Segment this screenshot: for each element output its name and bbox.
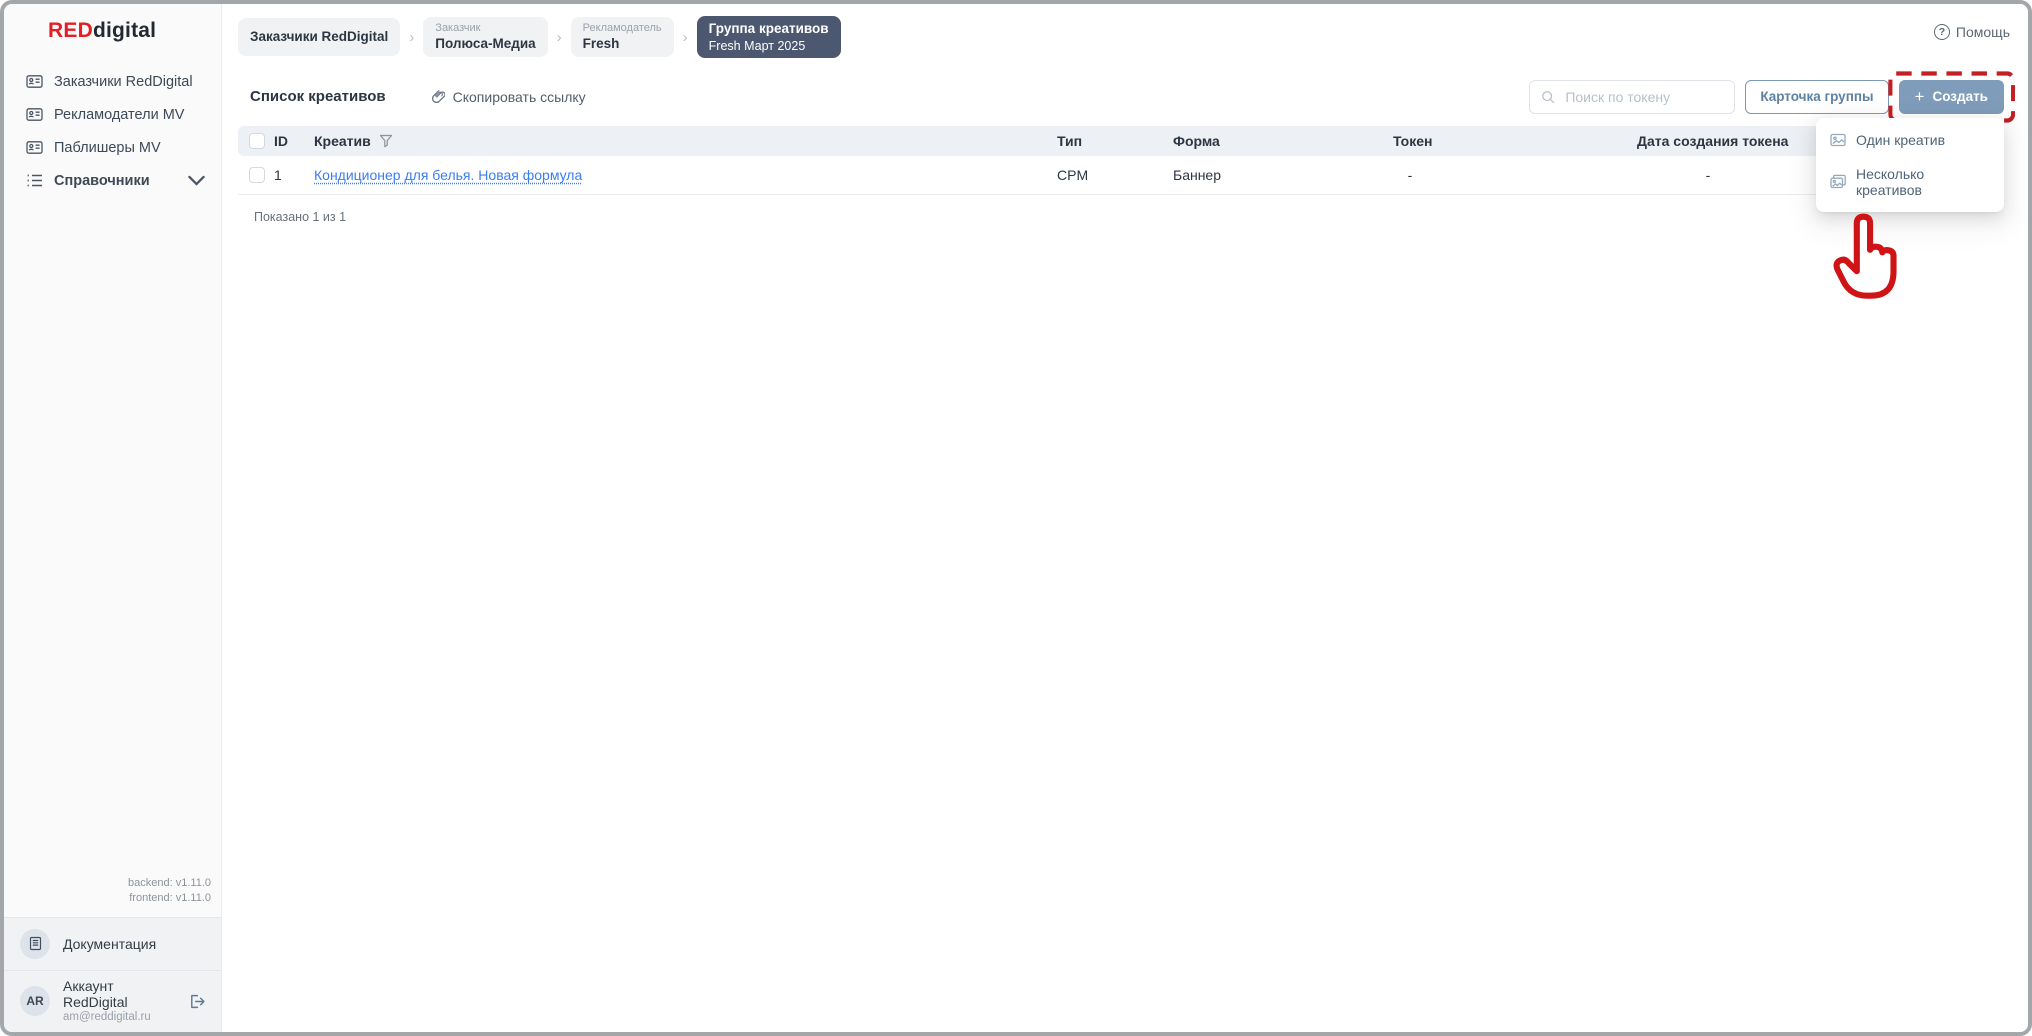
help-label: Помощь: [1956, 24, 2010, 40]
breadcrumb-value: Полюса-Медиа: [435, 35, 535, 53]
account-email: am@reddigital.ru: [63, 1011, 175, 1025]
create-button[interactable]: + Создать: [1899, 80, 2004, 114]
breadcrumb-separator-icon: ›: [557, 29, 562, 46]
header-token: Токен: [1393, 133, 1637, 149]
documentation-link[interactable]: Документация: [4, 917, 221, 970]
avatar: AR: [20, 986, 50, 1016]
breadcrumb-label: Заказчик: [435, 21, 535, 35]
account-info: Аккаунт RedDigital am@reddigital.ru: [63, 978, 175, 1025]
account-row[interactable]: AR Аккаунт RedDigital am@reddigital.ru: [4, 970, 221, 1032]
breadcrumb-item-customer[interactable]: Заказчик Полюса-Медиа: [423, 17, 547, 57]
breadcrumb-item-customers[interactable]: Заказчики RedDigital: [238, 18, 400, 56]
table-header-row: ID Креатив Тип Форма Токен Дата создания…: [238, 126, 2004, 156]
select-all-checkbox[interactable]: [249, 133, 265, 149]
filter-icon[interactable]: [379, 134, 393, 148]
toolbar-actions: Карточка группы + Создать Один креатив: [1529, 80, 2004, 114]
account-name: Аккаунт RedDigital: [63, 978, 175, 1012]
topbar: Заказчики RedDigital › Заказчик Полюса-М…: [222, 4, 2028, 58]
menu-item-label: Один креатив: [1856, 132, 1945, 148]
creative-link[interactable]: Кондиционер для белья. Новая формула: [314, 167, 582, 183]
sidebar: REDdigital Заказчики RedDigital Рекламод…: [4, 4, 222, 1032]
link-icon: [430, 89, 445, 104]
sidebar-item-label: Рекламодатели MV: [54, 107, 184, 123]
sidebar-item-customers[interactable]: Заказчики RedDigital: [4, 65, 221, 98]
menu-item-label: Несколько креативов: [1856, 166, 1990, 198]
sidebar-item-label: Справочники: [54, 173, 150, 189]
page-title: Список креативов: [250, 88, 386, 105]
sidebar-item-advertisers[interactable]: Рекламодатели MV: [4, 98, 221, 131]
sidebar-footer: backend: v1.11.0 frontend: v1.11.0 Докум…: [4, 876, 221, 1032]
breadcrumb-separator-icon: ›: [409, 29, 414, 46]
documentation-label: Документация: [63, 936, 156, 952]
copy-link-label: Скопировать ссылку: [453, 89, 586, 105]
group-card-button[interactable]: Карточка группы: [1745, 80, 1888, 114]
sidebar-nav: Заказчики RedDigital Рекламодатели MV Па…: [4, 55, 221, 197]
logout-icon[interactable]: [188, 993, 205, 1010]
create-button-wrap: + Создать: [1899, 80, 2004, 114]
single-image-icon: [1830, 132, 1846, 148]
list-icon: [26, 172, 43, 189]
version-info: backend: v1.11.0 frontend: v1.11.0: [4, 876, 221, 917]
sidebar-item-publishers[interactable]: Паблишеры MV: [4, 131, 221, 164]
menu-item-single-creative[interactable]: Один креатив: [1816, 123, 2004, 157]
logo-red-text: RED: [48, 19, 93, 42]
main-area: Заказчики RedDigital › Заказчик Полюса-М…: [222, 4, 2028, 1032]
create-dropdown-menu: Один креатив Несколько креативов: [1816, 118, 2004, 212]
search-input[interactable]: [1563, 88, 1723, 106]
row-checkbox-cell: [238, 167, 274, 183]
breadcrumb-label: Рекламодатель: [583, 21, 662, 35]
header-form: Форма: [1173, 133, 1393, 149]
cell-id: 1: [274, 167, 314, 183]
document-icon: [20, 929, 50, 959]
table-footer-count: Показано 1 из 1: [238, 210, 2004, 224]
chevron-down-icon: [188, 172, 205, 189]
plus-icon: +: [1915, 88, 1925, 105]
sidebar-item-directories[interactable]: Справочники: [4, 164, 221, 197]
row-checkbox[interactable]: [249, 167, 265, 183]
copy-link-button[interactable]: Скопировать ссылку: [430, 89, 586, 105]
backend-version: backend: v1.11.0: [4, 876, 211, 891]
menu-item-multiple-creatives[interactable]: Несколько креативов: [1816, 157, 2004, 207]
breadcrumb-item-creative-group: Группа креативов Fresh Март 2025: [697, 16, 841, 58]
help-button[interactable]: ? Помощь: [1934, 24, 2010, 40]
cell-type: CPM: [1057, 167, 1173, 183]
breadcrumb-separator-icon: ›: [683, 29, 688, 46]
breadcrumb: Заказчики RedDigital › Заказчик Полюса-М…: [238, 16, 841, 58]
header-checkbox-cell: [238, 133, 274, 149]
breadcrumb-value: Fresh Март 2025: [709, 38, 829, 54]
creatives-table: ID Креатив Тип Форма Токен Дата создания…: [222, 126, 2028, 224]
header-creative: Креатив: [314, 133, 1057, 149]
id-card-icon: [26, 106, 43, 123]
token-search[interactable]: [1529, 80, 1735, 114]
breadcrumb-label: Группа креативов: [709, 20, 829, 38]
logo-digital-text: digital: [93, 19, 156, 42]
frontend-version: frontend: v1.11.0: [4, 891, 211, 906]
breadcrumb-item-advertiser[interactable]: Рекламодатель Fresh: [571, 17, 674, 57]
id-card-icon: [26, 73, 43, 90]
header-creative-label: Креатив: [314, 133, 371, 149]
cell-token-date: -: [1637, 167, 1779, 183]
app-logo: REDdigital: [4, 4, 221, 55]
cell-form: Баннер: [1173, 167, 1393, 183]
id-card-icon: [26, 139, 43, 156]
breadcrumb-value: Fresh: [583, 35, 662, 53]
app-window: REDdigital Заказчики RedDigital Рекламод…: [0, 0, 2032, 1036]
search-icon: [1541, 90, 1555, 104]
toolbar: Список креативов Скопировать ссылку Карт…: [222, 80, 2028, 114]
header-type: Тип: [1057, 133, 1173, 149]
header-id: ID: [274, 133, 314, 149]
create-button-label: Создать: [1932, 89, 1988, 104]
multi-image-icon: [1830, 174, 1846, 190]
sidebar-item-label: Паблишеры MV: [54, 140, 161, 156]
question-circle-icon: ?: [1934, 24, 1950, 40]
cell-token: -: [1393, 167, 1427, 183]
table-row: 1 Кондиционер для белья. Новая формула C…: [238, 156, 2004, 195]
sidebar-item-label: Заказчики RedDigital: [54, 74, 193, 90]
breadcrumb-value: Заказчики RedDigital: [250, 28, 388, 46]
